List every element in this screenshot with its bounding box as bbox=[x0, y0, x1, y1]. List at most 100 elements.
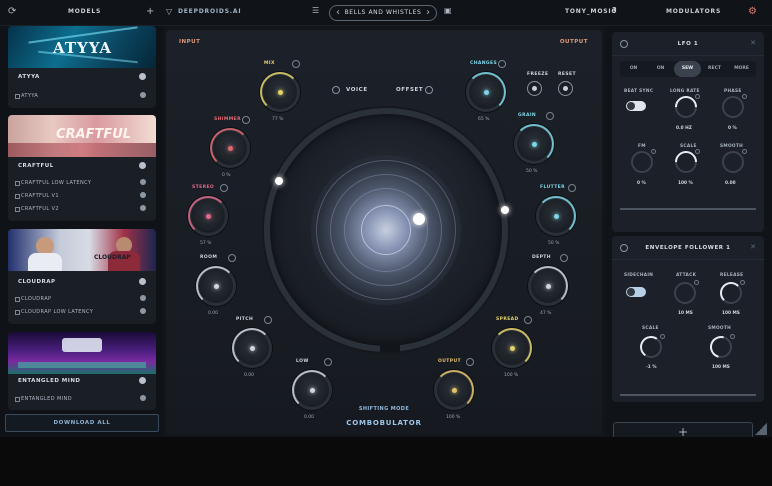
download-all-button[interactable]: DOWNLOAD ALL bbox=[5, 414, 159, 432]
parameter-knob[interactable] bbox=[434, 370, 474, 410]
parameter-knob[interactable] bbox=[528, 266, 568, 306]
mod-assign-ring[interactable] bbox=[560, 254, 568, 262]
mod-assign-ring[interactable] bbox=[220, 184, 228, 192]
variant-status-dot[interactable] bbox=[140, 395, 146, 401]
parameter-knob[interactable] bbox=[466, 72, 506, 112]
attack-knob[interactable] bbox=[674, 280, 699, 304]
freeze-button[interactable] bbox=[527, 81, 542, 96]
variant-status-dot[interactable] bbox=[140, 179, 146, 185]
envelope-close-icon[interactable]: ✕ bbox=[750, 243, 756, 251]
resize-handle[interactable] bbox=[755, 423, 767, 435]
knob-label: SPREAD bbox=[496, 317, 519, 322]
xy-morph-pad[interactable] bbox=[264, 108, 509, 352]
output-label: OUTPUT bbox=[559, 39, 588, 45]
model-info-dot[interactable] bbox=[139, 377, 146, 384]
long-rate-knob[interactable] bbox=[670, 91, 702, 123]
parameter-knob[interactable] bbox=[188, 196, 228, 236]
shape-option-selected[interactable]: SEW bbox=[674, 61, 701, 77]
smooth-knob[interactable] bbox=[722, 149, 747, 173]
model-banner-atyya: ATYYA bbox=[8, 26, 156, 68]
mod-assign-ring[interactable] bbox=[466, 358, 474, 366]
mod-assign-ring[interactable] bbox=[242, 116, 250, 124]
offset-toggle[interactable] bbox=[425, 86, 433, 94]
mod-assign-ring[interactable] bbox=[264, 316, 272, 324]
help-button[interactable]: ? bbox=[612, 6, 617, 15]
parameter-knob[interactable] bbox=[210, 128, 250, 168]
model-card-cloudrap[interactable]: CLOUDRAP CLOUDRAP CLOUDRAP CLOUDRAP LOW … bbox=[8, 229, 156, 324]
xy-cursor-handle[interactable] bbox=[413, 213, 425, 225]
variant-status-dot[interactable] bbox=[140, 92, 146, 98]
refresh-icon[interactable]: ⟳ bbox=[8, 7, 16, 17]
mod-assign-ring[interactable] bbox=[524, 316, 532, 324]
model-variant[interactable]: ATYYA bbox=[14, 93, 38, 99]
voice-handle-left[interactable] bbox=[275, 177, 283, 185]
envelope-title: ENVELOPE FOLLOWER 1 bbox=[645, 245, 731, 251]
mod-assign-ring[interactable] bbox=[568, 184, 576, 192]
model-card-atyya[interactable]: ATYYA ATYYA ATYYA bbox=[8, 26, 156, 108]
mod-assign-ring[interactable] bbox=[228, 254, 236, 262]
model-info-dot[interactable] bbox=[139, 73, 146, 80]
parameter-knob[interactable] bbox=[196, 266, 236, 306]
next-preset-button[interactable]: › bbox=[426, 7, 430, 18]
model-title: ATYYA bbox=[18, 74, 40, 80]
release-knob[interactable] bbox=[720, 280, 745, 304]
voice-toggle[interactable] bbox=[332, 86, 340, 94]
mod-assign-ring[interactable] bbox=[546, 112, 554, 120]
reset-button[interactable] bbox=[558, 81, 573, 96]
settings-gear-icon[interactable]: ⚙ bbox=[748, 7, 757, 17]
model-card-craftful[interactable]: CRAFTFUL CRAFTFUL CRAFTFUL LOW LATENCY C… bbox=[8, 115, 156, 221]
knob-label: STEREO bbox=[192, 185, 215, 190]
scale-knob[interactable] bbox=[670, 146, 702, 178]
variant-status-dot[interactable] bbox=[140, 205, 146, 211]
knob-value: 47 % bbox=[540, 311, 552, 316]
model-info-dot[interactable] bbox=[139, 162, 146, 169]
model-card-entangled-mind[interactable]: ENTANGLED MIND ENTANGLED MIND bbox=[8, 332, 156, 410]
preset-selector[interactable]: ‹ BELLS AND WHISTLES › bbox=[329, 5, 437, 21]
model-title: CRAFTFUL bbox=[18, 163, 54, 169]
add-model-button[interactable]: + bbox=[146, 7, 154, 17]
variant-status-dot[interactable] bbox=[140, 295, 146, 301]
parameter-knob[interactable] bbox=[292, 370, 332, 410]
parameter-knob[interactable] bbox=[232, 328, 272, 368]
voice-handle-right[interactable] bbox=[501, 206, 509, 214]
env-smooth-knob[interactable] bbox=[705, 331, 737, 363]
preset-list-icon[interactable]: ☰ bbox=[312, 7, 319, 15]
scale-value: 100 % bbox=[678, 181, 693, 186]
phase-knob[interactable] bbox=[722, 94, 747, 118]
shape-option[interactable]: MORE bbox=[728, 61, 755, 77]
shape-option[interactable]: RECT bbox=[701, 61, 728, 77]
mod-assign-ring[interactable] bbox=[498, 60, 506, 68]
add-modulator-button[interactable]: + bbox=[613, 422, 753, 437]
knob-label: CHANGES bbox=[470, 61, 498, 66]
shape-option[interactable]: ON bbox=[647, 61, 674, 77]
knob-indicator bbox=[553, 213, 559, 219]
sidechain-switch[interactable] bbox=[626, 287, 646, 297]
mod-assign-ring[interactable] bbox=[292, 60, 300, 68]
save-icon[interactable]: ▣ bbox=[444, 7, 452, 15]
variant-status-dot[interactable] bbox=[140, 308, 146, 314]
parameter-knob[interactable] bbox=[492, 328, 532, 368]
model-variant[interactable]: CLOUDRAP LOW LATENCY bbox=[14, 309, 93, 315]
shape-option[interactable]: ON bbox=[620, 61, 647, 77]
parameter-knob[interactable] bbox=[536, 196, 576, 236]
model-title: CLOUDRAP bbox=[18, 279, 56, 285]
lfo-close-icon[interactable]: ✕ bbox=[750, 39, 756, 47]
app-window: ⟳ MODELS + ▽ DEEPDROIDS.AI ☰ ‹ BELLS AND… bbox=[0, 0, 772, 437]
parameter-knob[interactable] bbox=[260, 72, 300, 112]
smooth-label: SMOOTH bbox=[720, 144, 744, 149]
model-info-dot[interactable] bbox=[139, 278, 146, 285]
beat-sync-switch[interactable] bbox=[626, 101, 646, 111]
fm-knob[interactable] bbox=[631, 149, 656, 173]
model-variant[interactable]: CRAFTFUL V2 bbox=[15, 206, 59, 212]
user-name[interactable]: TONY_MOSIO bbox=[565, 8, 617, 15]
brand-logo-icon: ▽ bbox=[166, 7, 173, 16]
model-variant[interactable]: ENTANGLED MIND bbox=[15, 396, 72, 402]
parameter-knob[interactable] bbox=[514, 124, 554, 164]
mod-assign-ring[interactable] bbox=[324, 358, 332, 366]
variant-status-dot[interactable] bbox=[140, 192, 146, 198]
model-variant[interactable]: CLOUDRAP bbox=[14, 296, 51, 302]
model-variant[interactable]: CRAFTFUL LOW LATENCY bbox=[14, 180, 91, 186]
env-scale-knob[interactable] bbox=[638, 334, 665, 360]
model-variant[interactable]: CRAFTFUL V1 bbox=[15, 193, 59, 199]
knob-indicator bbox=[531, 141, 537, 147]
